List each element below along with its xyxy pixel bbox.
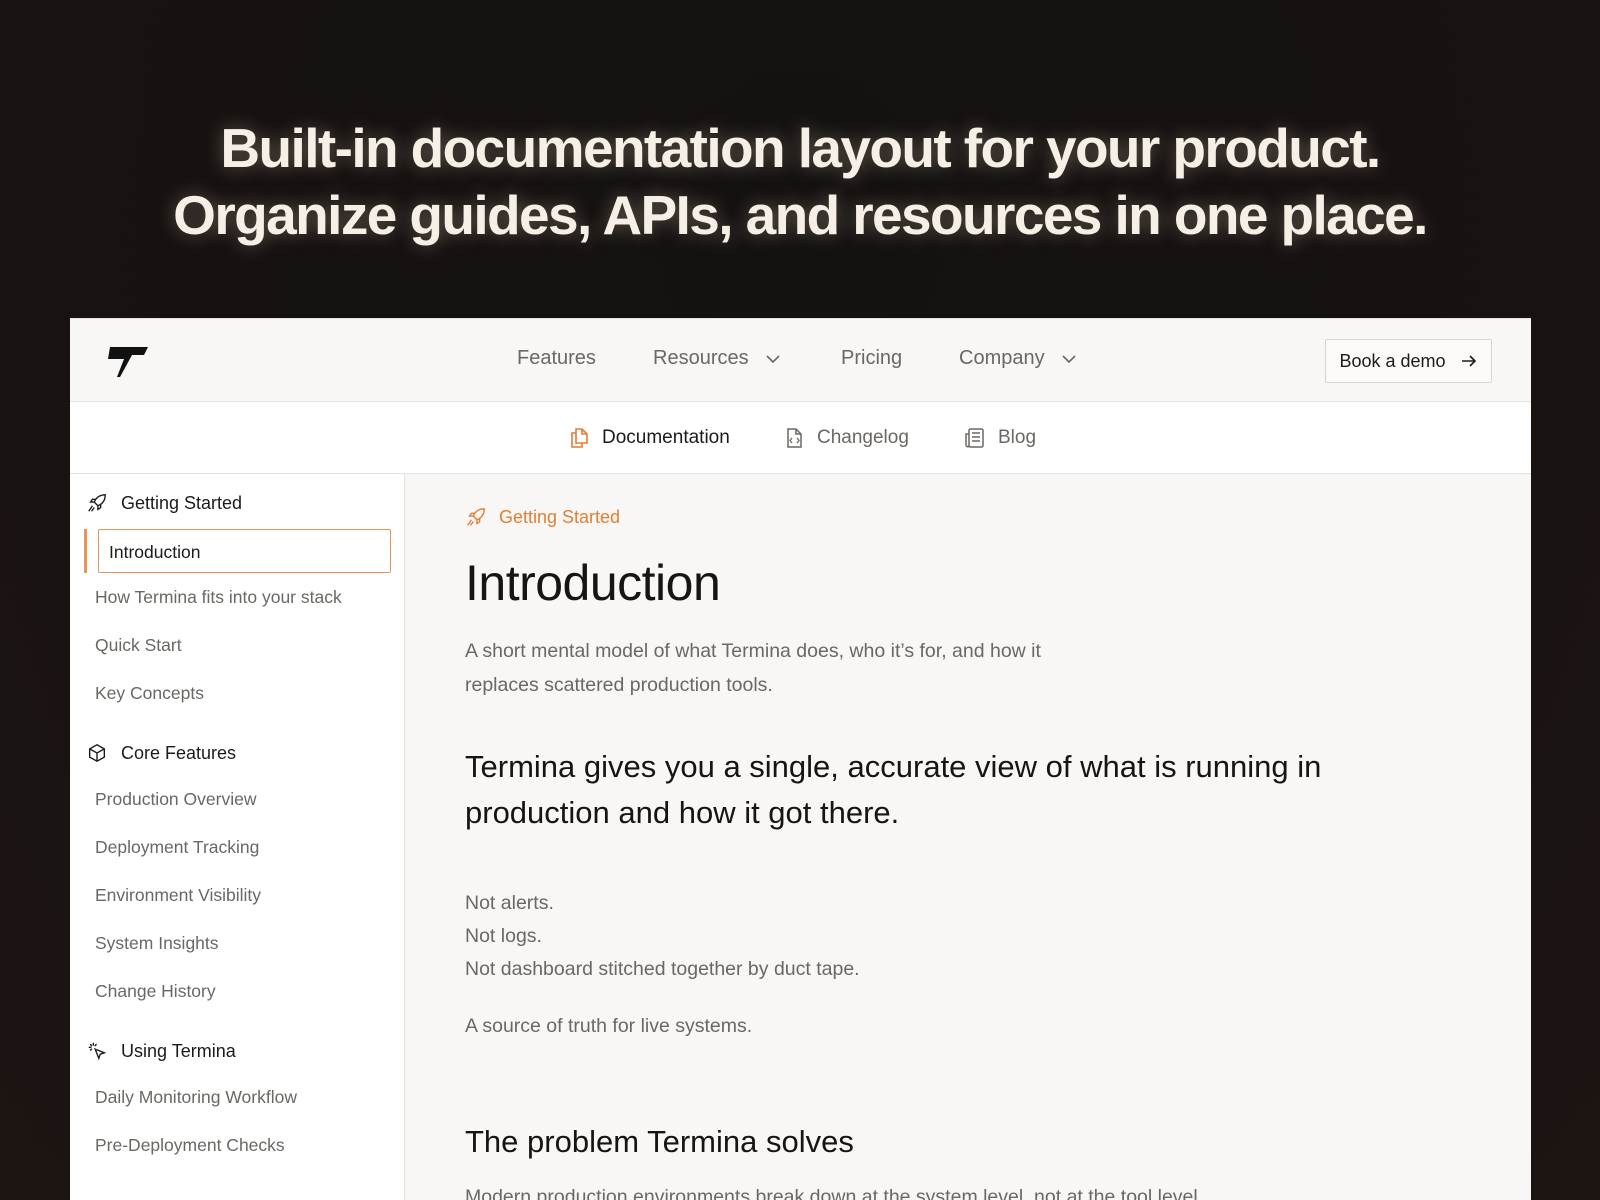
nav-company[interactable]: Company bbox=[959, 347, 1079, 370]
sidebar-item-daily-monitoring[interactable]: Daily Monitoring Workflow bbox=[95, 1087, 297, 1108]
chevron-down-icon bbox=[766, 354, 780, 363]
section-text: Modern production environments break dow… bbox=[465, 1186, 1204, 1200]
sidebar-item-system-insights[interactable]: System Insights bbox=[95, 933, 219, 954]
sidebar-item-key-concepts[interactable]: Key Concepts bbox=[95, 683, 204, 704]
not-dashboard-text: Not dashboard stitched together by duct … bbox=[465, 958, 860, 980]
tab-documentation[interactable]: Documentation bbox=[567, 426, 730, 450]
cube-icon bbox=[88, 743, 106, 763]
active-indicator bbox=[84, 529, 87, 573]
book-demo-button[interactable]: Book a demo bbox=[1325, 339, 1492, 383]
sidebar-item-introduction[interactable]: Introduction bbox=[98, 529, 391, 573]
tab-changelog[interactable]: Changelog bbox=[782, 426, 909, 450]
sidebar-item-pre-deployment[interactable]: Pre-Deployment Checks bbox=[95, 1135, 285, 1156]
sidebar-item-quick-start[interactable]: Quick Start bbox=[95, 635, 182, 656]
sidebar-section-core-features[interactable]: Core Features bbox=[86, 742, 236, 764]
sidebar-item-production-overview[interactable]: Production Overview bbox=[95, 789, 256, 810]
nav-features[interactable]: Features bbox=[517, 347, 596, 370]
sidebar-section-getting-started[interactable]: Getting Started bbox=[86, 492, 242, 514]
hero-line-2: Organize guides, APIs, and resources in … bbox=[173, 184, 1428, 246]
cursor-click-icon bbox=[88, 1042, 107, 1061]
sidebar-item-change-history[interactable]: Change History bbox=[95, 981, 216, 1002]
nav-resources[interactable]: Resources bbox=[653, 347, 783, 370]
sidebar-section-using-termina[interactable]: Using Termina bbox=[86, 1040, 236, 1062]
sidebar-item-deployment-tracking[interactable]: Deployment Tracking bbox=[95, 837, 259, 858]
sidebar-item-environment-visibility[interactable]: Environment Visibility bbox=[95, 885, 261, 906]
app-window: Features Resources Pricing Company Book … bbox=[70, 318, 1531, 1200]
docs-subnav: Documentation Changelog Blog bbox=[70, 402, 1531, 474]
hero-line-1: Built-in documentation layout for your p… bbox=[220, 117, 1381, 179]
page-title: Introduction bbox=[465, 555, 721, 611]
source-of-truth-text: A source of truth for live systems. bbox=[465, 1015, 753, 1037]
hero-headline: Built-in documentation layout for your p… bbox=[0, 115, 1600, 249]
newspaper-icon bbox=[965, 428, 984, 448]
statement-text: Termina gives you a single, accurate vie… bbox=[465, 749, 1322, 830]
page-lead: A short mental model of what Termina doe… bbox=[465, 640, 1041, 696]
nav-pricing[interactable]: Pricing bbox=[841, 347, 902, 370]
documents-icon bbox=[571, 428, 588, 448]
docs-sidebar: Getting Started Introduction How Termina… bbox=[70, 474, 405, 1200]
arrow-right-icon bbox=[1461, 355, 1476, 367]
rocket-icon bbox=[88, 494, 106, 512]
code-file-icon bbox=[787, 428, 802, 448]
top-navbar: Features Resources Pricing Company Book … bbox=[70, 319, 1531, 402]
not-alerts-text: Not alerts. bbox=[465, 892, 554, 914]
tab-blog[interactable]: Blog bbox=[963, 426, 1036, 450]
sidebar-item-stack[interactable]: How Termina fits into your stack bbox=[95, 587, 342, 608]
section-heading: The problem Termina solves bbox=[465, 1124, 854, 1159]
rocket-icon bbox=[467, 508, 485, 526]
not-logs-text: Not logs. bbox=[465, 925, 542, 947]
breadcrumb[interactable]: Getting Started bbox=[465, 506, 620, 528]
chevron-down-icon bbox=[1062, 354, 1076, 363]
